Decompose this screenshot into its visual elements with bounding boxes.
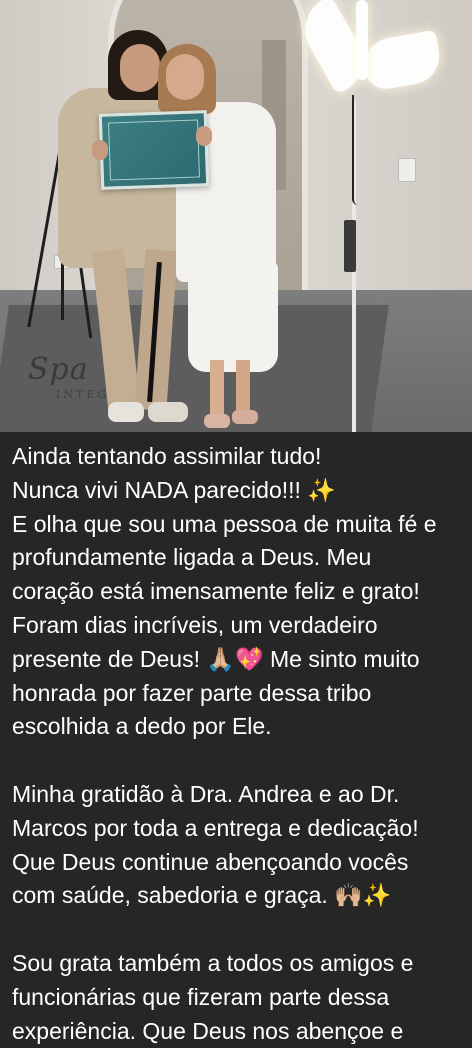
caption-paragraph-3: Sou grata também a todos os amigos e fun…: [12, 947, 464, 1048]
caption-line: Ainda tentando assimilar tudo!: [12, 443, 322, 469]
caption-line: honrada por fazer parte dessa tribo: [12, 679, 372, 706]
hand: [92, 140, 108, 160]
caption-line: profundamente ligada a Deus. Meu: [12, 544, 372, 571]
caption-line: Marcos por toda a entrega e dedicação!: [12, 814, 419, 841]
caption-line: escolhida a dedo por Ele.: [12, 713, 272, 740]
caption-line: Nunca vivi NADA parecido!!! ✨: [12, 476, 336, 503]
caption-line: Que Deus continue abençoando vocês: [12, 848, 409, 875]
caption-line: presente de Deus! 🙏🏼💖 Me sinto muito: [12, 645, 420, 672]
caption-line: com saúde, sabedoria e graça. 🙌🏼✨: [12, 882, 392, 909]
caption-line: Minha gratidão à Dra. Andrea e ao Dr.: [12, 780, 400, 807]
post-caption: Ainda tentando assimilar tudo! Nunca viv…: [12, 440, 464, 1048]
caption-line: coração está imensamente feliz e grato!: [12, 578, 420, 605]
caption-line: Foram dias incríveis, um verdadeiro: [12, 611, 378, 638]
caption-line: experiência. Que Deus nos abençoe e: [12, 1017, 404, 1044]
light-switch: [398, 158, 416, 182]
caption-line: E olha que sou uma pessoa de muita fé e: [12, 510, 437, 537]
rug-logo-text: Spa: [28, 352, 89, 387]
post-photo[interactable]: Spa INTEGR: [0, 0, 472, 432]
caption-line: funcionárias que fizeram parte dessa: [12, 983, 390, 1010]
caption-paragraph-2: Minha gratidão à Dra. Andrea e ao Dr. Ma…: [12, 778, 464, 913]
caption-paragraph-1: Ainda tentando assimilar tudo! Nunca viv…: [12, 440, 464, 744]
certificate: [98, 110, 210, 190]
hand: [196, 126, 212, 146]
caption-line: Sou grata também a todos os amigos e: [12, 949, 414, 976]
